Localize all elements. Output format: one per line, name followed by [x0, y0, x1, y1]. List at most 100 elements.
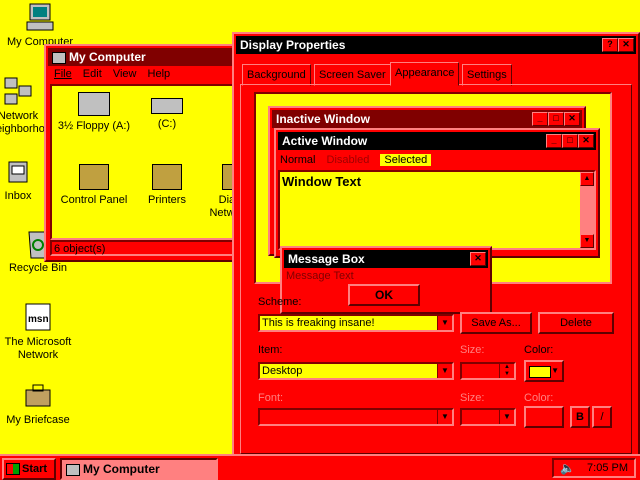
- preview-menu-normal: Normal: [280, 154, 316, 166]
- scroll-up-icon: ▲: [580, 172, 594, 186]
- chevron-down-icon[interactable]: ▼: [437, 364, 452, 378]
- save-as-button[interactable]: Save As...: [460, 312, 532, 334]
- tab-appearance[interactable]: Appearance: [390, 62, 460, 86]
- window-small-icon: [52, 51, 66, 64]
- size-stepper: ▲ ▼: [460, 362, 516, 380]
- folder-item-c-drive[interactable]: (C:): [132, 92, 202, 130]
- desktop-icon-my-computer[interactable]: My Computer: [0, 2, 80, 48]
- desktop-icon-label: Network Neighborhood: [0, 110, 58, 135]
- floppy-drive-icon: [78, 92, 110, 116]
- tab-label: Appearance: [395, 67, 455, 79]
- folder-item-floppy[interactable]: 3½ Floppy (A:): [54, 92, 134, 132]
- tab-screen-saver[interactable]: Screen Saver: [314, 64, 391, 86]
- minimize-icon: _: [546, 134, 562, 148]
- chevron-down-icon[interactable]: ▼: [437, 316, 452, 330]
- italic-button: /: [592, 406, 612, 428]
- maximize-icon: □: [562, 134, 578, 148]
- font-label: Font:: [258, 392, 284, 404]
- briefcase-icon: [21, 380, 55, 412]
- folder-item-printers[interactable]: Printers: [132, 164, 202, 206]
- tab-settings[interactable]: Settings: [462, 64, 512, 86]
- preview-scrollbar: ▲ ▼: [580, 172, 594, 248]
- window-title: My Computer: [69, 50, 146, 64]
- computer-icon: [66, 463, 80, 476]
- chevron-down-icon: ▼: [437, 410, 452, 424]
- font-color-button: [524, 406, 564, 428]
- preview-msgbox-titlebar: Message Box ✕: [284, 250, 488, 268]
- desktop-icon-label: My Briefcase: [6, 414, 70, 426]
- preview-msgbox-text: Message Text: [286, 270, 354, 282]
- preview-menu-disabled: Disabled: [326, 154, 370, 166]
- speaker-icon[interactable]: 🔈: [560, 461, 575, 475]
- preview-msgbox-ok: OK: [348, 284, 420, 306]
- preview-inactive-titlebar: Inactive Window _ □ ✕: [272, 110, 582, 128]
- font-select: ▼: [258, 408, 454, 426]
- menu-view[interactable]: View: [113, 68, 137, 80]
- dialog-title: Display Properties: [240, 38, 346, 52]
- item-label: Item:: [258, 344, 283, 356]
- tab-label: Background: [247, 69, 306, 81]
- svg-text:msn: msn: [28, 314, 49, 325]
- printers-icon: [152, 164, 182, 190]
- preview-message-box: Message Box ✕ Message Text OK: [280, 246, 492, 314]
- appearance-preview[interactable]: Inactive Window _ □ ✕ Active Window _ □ …: [254, 92, 612, 314]
- folder-item-control-panel[interactable]: Control Panel: [54, 164, 134, 206]
- inbox-icon: [1, 156, 35, 188]
- display-properties-dialog: Display Properties ? ✕ Background Screen…: [232, 32, 640, 460]
- item-value: Desktop: [262, 365, 303, 377]
- close-icon: ✕: [564, 112, 580, 126]
- folder-item-label: Control Panel: [60, 194, 128, 206]
- color-label: Color:: [524, 344, 554, 356]
- desktop-icon-my-briefcase[interactable]: My Briefcase: [0, 380, 78, 426]
- close-icon: ✕: [578, 134, 594, 148]
- desktop-icon-label: Recycle Bin: [8, 262, 68, 274]
- taskbar: Start My Computer 🔈 7:05 PM: [0, 454, 640, 480]
- chevron-down-icon: ▼: [499, 410, 514, 424]
- system-tray: 🔈 7:05 PM: [552, 458, 636, 478]
- my-computer-titlebar[interactable]: My Computer: [48, 48, 240, 66]
- preview-inactive-title: Inactive Window: [276, 112, 370, 126]
- folder-content-area: 3½ Floppy (A:) (C:) Control Panel Printe…: [50, 84, 242, 240]
- maximize-icon: □: [548, 112, 564, 126]
- menu-bar: File Edit View Help: [54, 68, 170, 80]
- windows-logo-icon: [6, 463, 20, 476]
- dialog-titlebar[interactable]: Display Properties ? ✕: [236, 36, 636, 54]
- menu-file[interactable]: File: [54, 68, 72, 80]
- scheme-label: Scheme:: [258, 296, 302, 308]
- menu-help[interactable]: Help: [148, 68, 171, 80]
- close-button[interactable]: ✕: [618, 38, 634, 52]
- computer-icon: [23, 2, 57, 34]
- start-button[interactable]: Start: [2, 458, 56, 480]
- color-picker-button[interactable]: ▼: [524, 360, 564, 382]
- size-label: Size:: [460, 344, 485, 356]
- tab-label: Settings: [467, 69, 507, 81]
- font-color-label: Color:: [524, 392, 554, 404]
- folder-item-label: Printers: [148, 194, 186, 206]
- font-size-select: ▼: [460, 408, 516, 426]
- my-computer-window: My Computer File Edit View Help 3½ Flopp…: [44, 44, 244, 262]
- bold-button: B: [570, 406, 590, 428]
- spin-icon: ▲ ▼: [499, 364, 514, 378]
- preview-active-titlebar: Active Window _ □ ✕: [278, 132, 596, 150]
- menu-edit[interactable]: Edit: [83, 68, 102, 80]
- preview-menu-bar: Normal Disabled Selected: [280, 152, 432, 168]
- desktop-icon-inbox[interactable]: Inbox: [0, 156, 48, 202]
- network-icon: [1, 76, 35, 108]
- item-select[interactable]: Desktop ▼: [258, 362, 454, 380]
- help-button[interactable]: ?: [602, 38, 618, 52]
- tab-background[interactable]: Background: [242, 64, 311, 86]
- close-icon: ✕: [470, 252, 486, 266]
- status-bar: 6 object(s): [50, 240, 238, 256]
- taskbar-task-my-computer[interactable]: My Computer: [60, 458, 218, 480]
- delete-button[interactable]: Delete: [538, 312, 614, 334]
- desktop-icon-msn[interactable]: msn The Microsoft Network: [0, 302, 78, 362]
- clock[interactable]: 7:05 PM: [587, 462, 628, 474]
- scheme-select[interactable]: This is freaking insane! ▼: [258, 314, 454, 332]
- folder-item-label: (C:): [157, 118, 177, 130]
- chevron-down-icon: ▼: [551, 366, 559, 375]
- desktop-icon-label: Inbox: [4, 190, 32, 202]
- desktop-icon-network-neighborhood[interactable]: Network Neighborhood: [0, 76, 58, 136]
- scheme-value: This is freaking insane!: [262, 317, 375, 329]
- preview-menu-selected: Selected: [380, 154, 432, 166]
- preview-active-window: Active Window _ □ ✕ Normal Disabled Sele…: [274, 128, 600, 258]
